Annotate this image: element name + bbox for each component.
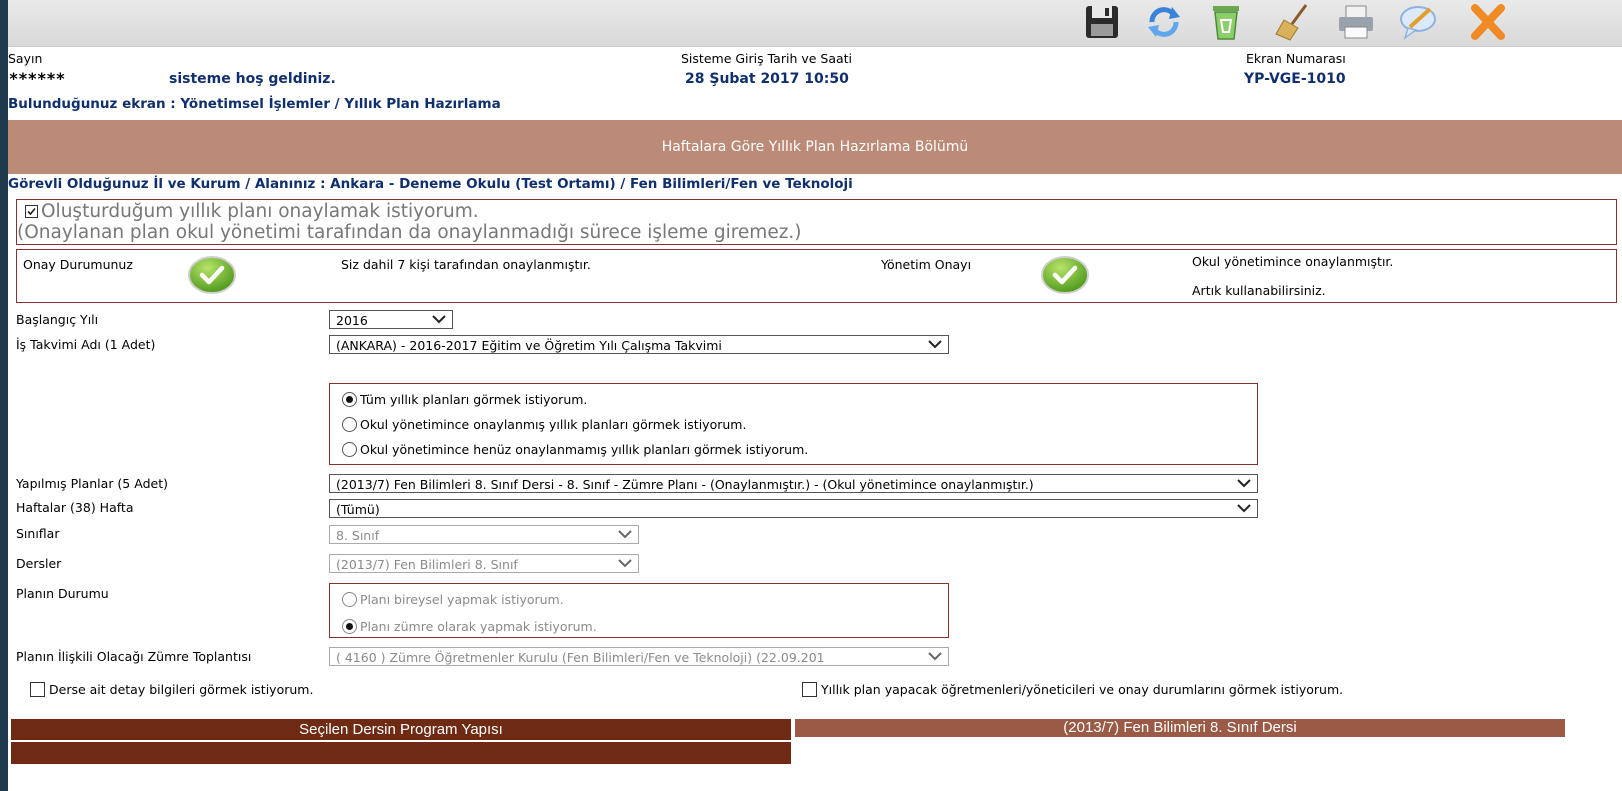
radio-approved[interactable]: [342, 417, 357, 432]
chevron-down-icon: [1237, 479, 1251, 488]
detay-checkbox[interactable]: [30, 682, 45, 697]
check-circle-icon: [188, 256, 236, 294]
radio-all[interactable]: [342, 392, 357, 407]
radio-bireysel[interactable]: [342, 592, 357, 607]
durum-label: Planın Durumu: [16, 586, 109, 601]
save-icon[interactable]: [1080, 2, 1124, 42]
chevron-down-icon: [618, 530, 632, 539]
selected-course-bar: (2013/7) Fen Bilimleri 8. Sınıf Dersi: [795, 719, 1565, 737]
chevron-down-icon: [1237, 504, 1251, 513]
radio-unapproved[interactable]: [342, 442, 357, 457]
haftalar-select[interactable]: (Tümü): [329, 499, 1258, 518]
planlar-value: (2013/7) Fen Bilimleri 8. Sınıf Dersi - …: [336, 477, 1034, 492]
dersler-select[interactable]: (2013/7) Fen Bilimleri 8. Sınıf: [329, 554, 639, 573]
comment-icon[interactable]: [1396, 2, 1440, 42]
view-option-all[interactable]: Tüm yıllık planları görmek istiyorum.: [342, 392, 587, 407]
dersler-value: (2013/7) Fen Bilimleri 8. Sınıf: [336, 557, 518, 572]
radio-zumre[interactable]: [342, 619, 357, 634]
siniflar-value: 8. Sınıf: [336, 528, 380, 543]
takvim-value: (ANKARA) - 2016-2017 Eğitim ve Öğretim Y…: [336, 338, 722, 353]
baslangic-label: Başlangıç Yılı: [16, 312, 99, 327]
institution-line: Görevli Olduğunuz İl ve Kurum / Alanınız…: [8, 176, 853, 192]
siniflar-select[interactable]: 8. Sınıf: [329, 525, 639, 544]
baslangic-value: 2016: [336, 313, 368, 328]
login-datetime: 28 Şubat 2017 10:50: [685, 71, 849, 87]
check-circle-icon: [1041, 256, 1089, 294]
chevron-down-icon: [618, 559, 632, 568]
detay-checkbox-row[interactable]: Derse ait detay bilgileri görmek istiyor…: [30, 682, 313, 697]
zumre-label: Planın İlişkili Olacağı Zümre Toplantısı: [16, 649, 252, 664]
program-structure-content: [11, 742, 791, 764]
section-title: Haftalara Göre Yıllık Plan Hazırlama Böl…: [8, 120, 1622, 174]
broom-icon[interactable]: [1270, 2, 1314, 42]
sayin-label: Sayın: [8, 51, 43, 66]
yonetim-text: Okul yönetimince onaylanmıştır.: [1192, 254, 1394, 269]
view-option-label: Tüm yıllık planları görmek istiyorum.: [360, 392, 588, 407]
durum-option-zumre[interactable]: Planı zümre olarak yapmak istiyorum.: [342, 619, 597, 634]
approve-checkbox[interactable]: [25, 205, 38, 218]
zumre-value: ( 4160 ) Zümre Öğretmenler Kurulu (Fen B…: [336, 650, 825, 665]
welcome-text: sisteme hoş geldiniz.: [169, 71, 336, 87]
refresh-icon[interactable]: [1142, 2, 1186, 42]
durum-option-label: Planı zümre olarak yapmak istiyorum.: [360, 619, 597, 634]
haftalar-label: Haftalar (38) Hafta: [16, 500, 134, 515]
durum-options-box: Planı bireysel yapmak istiyorum. Planı z…: [329, 583, 949, 638]
approve-note: (Onaylanan plan okul yönetimi tarafından…: [17, 222, 802, 243]
baslangic-select[interactable]: 2016: [329, 310, 453, 329]
approve-label: Oluşturduğum yıllık planı onaylamak isti…: [41, 201, 479, 222]
toolbar: [8, 0, 1622, 47]
breadcrumb: Bulunduğunuz ekran : Yönetimsel İşlemler…: [8, 96, 501, 112]
view-options-box: Tüm yıllık planları görmek istiyorum. Ok…: [329, 383, 1258, 465]
yonetim-text-2: Artık kullanabilirsiniz.: [1192, 283, 1326, 298]
takvim-select[interactable]: (ANKARA) - 2016-2017 Eğitim ve Öğretim Y…: [329, 335, 949, 354]
login-label: Sisteme Giriş Tarih ve Saati: [681, 51, 853, 66]
ogretmenler-checkbox-row[interactable]: Yıllık plan yapacak öğretmenleri/yönetic…: [802, 682, 1343, 697]
close-icon[interactable]: [1466, 2, 1510, 42]
view-option-unapproved[interactable]: Okul yönetimince henüz onaylanmamış yıll…: [342, 442, 808, 457]
takvim-label: İş Takvimi Adı (1 Adet): [16, 337, 156, 352]
yonetim-label: Yönetim Onayı: [881, 257, 972, 272]
chevron-down-icon: [928, 340, 942, 349]
detay-label: Derse ait detay bilgileri görmek istiyor…: [49, 682, 314, 697]
approve-checkbox-row[interactable]: Oluşturduğum yıllık planı onaylamak isti…: [25, 201, 479, 222]
view-option-approved[interactable]: Okul yönetimince onaylanmış yıllık planl…: [342, 417, 746, 432]
status-box: Onay Durumunuz Siz dahil 7 kişi tarafınd…: [16, 249, 1617, 303]
printer-icon[interactable]: [1334, 2, 1378, 42]
dersler-label: Dersler: [16, 556, 62, 571]
user-masked: *******: [8, 69, 66, 88]
durum-option-bireysel[interactable]: Planı bireysel yapmak istiyorum.: [342, 592, 564, 607]
ogretmenler-checkbox[interactable]: [802, 682, 817, 697]
ogretmenler-label: Yıllık plan yapacak öğretmenleri/yönetic…: [821, 682, 1344, 697]
planlar-label: Yapılmış Planlar (5 Adet): [16, 476, 168, 491]
siniflar-label: Sınıflar: [16, 526, 60, 541]
onay-label: Onay Durumunuz: [23, 257, 133, 272]
screen-number: YP-VGE-1010: [1244, 71, 1346, 87]
recycle-bin-icon[interactable]: [1204, 2, 1248, 42]
haftalar-value: (Tümü): [336, 502, 380, 517]
onay-text: Siz dahil 7 kişi tarafından onaylanmıştı…: [341, 257, 591, 272]
view-option-label: Okul yönetimince henüz onaylanmamış yıll…: [360, 442, 809, 457]
screen-number-label: Ekran Numarası: [1246, 51, 1346, 66]
chevron-down-icon: [928, 652, 942, 661]
planlar-select[interactable]: (2013/7) Fen Bilimleri 8. Sınıf Dersi - …: [329, 474, 1258, 493]
chevron-down-icon: [432, 315, 446, 324]
approve-box: Oluşturduğum yıllık planı onaylamak isti…: [16, 199, 1617, 245]
program-structure-bar: Seçilen Dersin Program Yapısı: [11, 719, 791, 740]
durum-option-label: Planı bireysel yapmak istiyorum.: [360, 592, 564, 607]
view-option-label: Okul yönetimince onaylanmış yıllık planl…: [360, 417, 747, 432]
page: Sayın ******* sisteme hoş geldiniz. Sist…: [8, 0, 1622, 791]
zumre-select[interactable]: ( 4160 ) Zümre Öğretmenler Kurulu (Fen B…: [329, 647, 949, 666]
